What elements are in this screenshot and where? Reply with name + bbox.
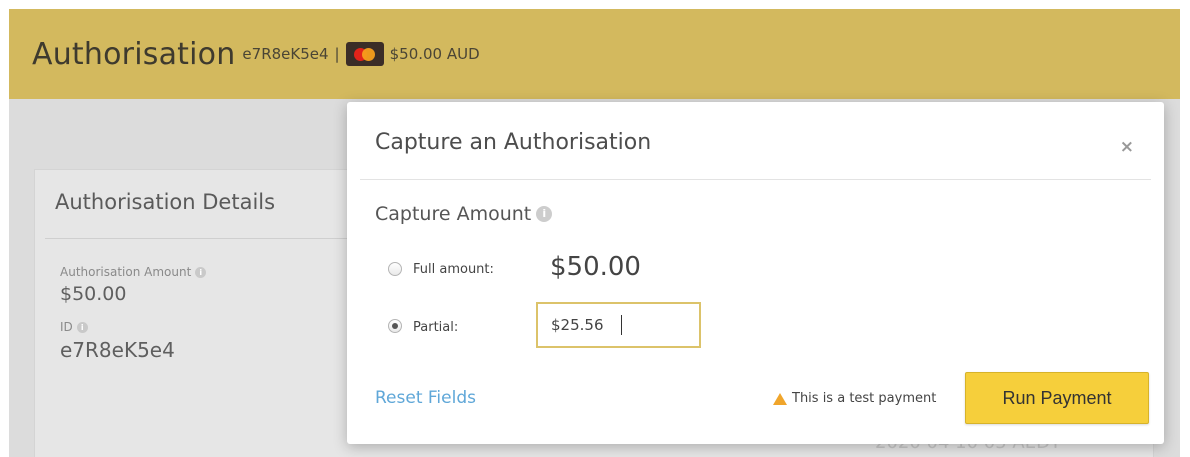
mastercard-icon (345, 42, 384, 66)
reset-fields-link[interactable]: Reset Fields (375, 388, 476, 408)
close-icon[interactable]: × (1120, 137, 1134, 157)
info-icon: i (76, 321, 88, 333)
header-amount: $50.00 AUD (389, 45, 480, 63)
modal-divider (360, 179, 1151, 180)
header-separator: | (334, 45, 340, 63)
capture-authorisation-modal: Capture an Authorisation × Capture Amoun… (347, 102, 1164, 444)
authorisation-id: e7R8eK5e4 (242, 45, 329, 63)
modal-title: Capture an Authorisation (375, 130, 652, 155)
authorisation-amount-value: $50.00 (60, 283, 127, 305)
warning-text: This is a test payment (792, 391, 937, 406)
run-payment-button[interactable]: Run Payment (965, 372, 1149, 424)
page-header: Authorisation e7R8eK5e4 | $50.00 AUD (9, 9, 1180, 99)
partial-radio[interactable] (388, 319, 402, 333)
id-label: ID i (60, 320, 88, 334)
full-amount-value: $50.00 (550, 252, 641, 282)
info-icon: i (195, 266, 207, 278)
id-value: e7R8eK5e4 (60, 338, 175, 362)
partial-label: Partial: (413, 320, 459, 335)
capture-amount-label: Capture Amount i (375, 203, 553, 225)
app-frame: Authorisation e7R8eK5e4 | $50.00 AUD Aut… (9, 9, 1180, 457)
info-icon: i (536, 206, 553, 222)
warning-icon (773, 392, 787, 405)
text-caret (621, 315, 622, 335)
test-payment-warning: This is a test payment (773, 391, 936, 406)
partial-amount-input[interactable] (536, 302, 701, 348)
details-title: Authorisation Details (55, 190, 276, 214)
full-amount-label: Full amount: (413, 262, 494, 277)
authorisation-amount-label: Authorisation Amount i (60, 265, 207, 279)
page-title: Authorisation (32, 36, 236, 72)
full-amount-radio[interactable] (388, 262, 402, 276)
